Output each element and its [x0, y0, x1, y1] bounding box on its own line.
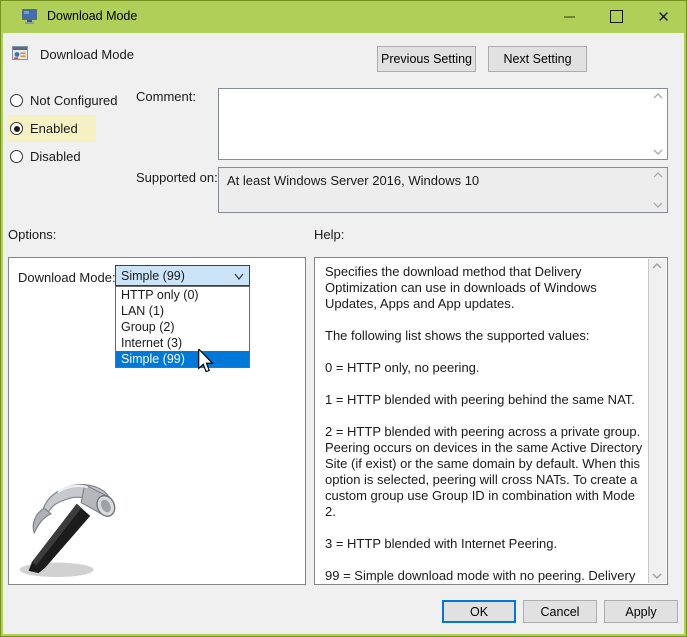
- radio-label: Enabled: [30, 121, 78, 136]
- cancel-button[interactable]: Cancel: [523, 600, 597, 623]
- supported-on-value: At least Windows Server 2016, Windows 10: [227, 173, 479, 188]
- radio-label: Disabled: [30, 149, 81, 164]
- scroll-down-icon[interactable]: [652, 573, 662, 579]
- radio-circle-icon: [10, 150, 23, 163]
- title-bar: Download Mode ✕: [0, 0, 687, 33]
- policy-setting-icon: [11, 44, 29, 62]
- supported-scrollbar[interactable]: [650, 168, 667, 212]
- scroll-up-icon[interactable]: [652, 263, 662, 269]
- download-mode-combobox[interactable]: Simple (99): [115, 265, 250, 286]
- minimize-button[interactable]: [546, 0, 593, 33]
- maximize-icon: [610, 10, 623, 23]
- comment-textarea[interactable]: [218, 88, 668, 160]
- dropdown-item-internet[interactable]: Internet (3): [116, 335, 249, 351]
- scroll-up-icon[interactable]: [653, 172, 663, 178]
- previous-setting-button[interactable]: Previous Setting: [377, 46, 476, 72]
- help-paragraph: 2 = HTTP blended with peering across a p…: [325, 424, 645, 520]
- help-paragraph: The following list shows the supported v…: [325, 328, 645, 344]
- help-text: Specifies the download method that Deliv…: [316, 259, 649, 583]
- chevron-down-icon: [234, 273, 244, 280]
- hammer-watermark-image: [14, 468, 126, 582]
- download-mode-label: Download Mode:: [18, 270, 116, 285]
- radio-disabled[interactable]: Disabled: [10, 149, 81, 164]
- close-button[interactable]: ✕: [640, 0, 687, 33]
- maximize-button[interactable]: [593, 0, 640, 33]
- scroll-down-icon[interactable]: [653, 202, 663, 208]
- download-mode-dropdown-list: HTTP only (0) LAN (1) Group (2) Internet…: [115, 286, 250, 368]
- minimize-icon: [564, 16, 575, 18]
- ok-button[interactable]: OK: [442, 600, 516, 623]
- help-paragraph: 99 = Simple download mode with no peerin…: [325, 568, 645, 583]
- scroll-down-icon[interactable]: [653, 149, 663, 155]
- help-section-label: Help:: [314, 227, 344, 242]
- help-paragraph: 3 = HTTP blended with Internet Peering.: [325, 536, 645, 552]
- supported-on-label: Supported on:: [136, 170, 218, 185]
- apply-button[interactable]: Apply: [604, 600, 678, 623]
- help-scrollbar[interactable]: [648, 259, 666, 583]
- radio-circle-icon: [10, 94, 23, 107]
- group-policy-monitor-icon: [21, 8, 38, 25]
- dropdown-item-lan[interactable]: LAN (1): [116, 303, 249, 319]
- comment-scrollbar[interactable]: [650, 89, 667, 159]
- next-setting-button[interactable]: Next Setting: [488, 46, 587, 72]
- mouse-cursor-icon: [195, 349, 215, 373]
- radio-label: Not Configured: [30, 93, 117, 108]
- help-paragraph: 1 = HTTP blended with peering behind the…: [325, 392, 645, 408]
- supported-on-box: At least Windows Server 2016, Windows 10: [218, 167, 668, 213]
- radio-circle-selected-icon: [10, 122, 23, 135]
- combobox-value: Simple (99): [121, 269, 185, 283]
- scroll-up-icon[interactable]: [653, 93, 663, 99]
- close-icon: ✕: [657, 8, 670, 26]
- radio-enabled[interactable]: Enabled: [10, 121, 78, 136]
- dropdown-item-group[interactable]: Group (2): [116, 319, 249, 335]
- window-title: Download Mode: [47, 9, 137, 23]
- help-paragraph: Specifies the download method that Deliv…: [325, 264, 645, 312]
- options-section-label: Options:: [8, 227, 56, 242]
- dropdown-item-http-only[interactable]: HTTP only (0): [116, 287, 249, 303]
- comment-label: Comment:: [136, 89, 196, 104]
- setting-title: Download Mode: [40, 47, 134, 62]
- dropdown-item-simple[interactable]: Simple (99): [116, 351, 249, 367]
- radio-not-configured[interactable]: Not Configured: [10, 93, 117, 108]
- help-panel: Specifies the download method that Deliv…: [314, 257, 668, 585]
- help-paragraph: 0 = HTTP only, no peering.: [325, 360, 645, 376]
- download-mode-dialog: Download Mode ✕ Download Mode Previous S…: [0, 0, 687, 637]
